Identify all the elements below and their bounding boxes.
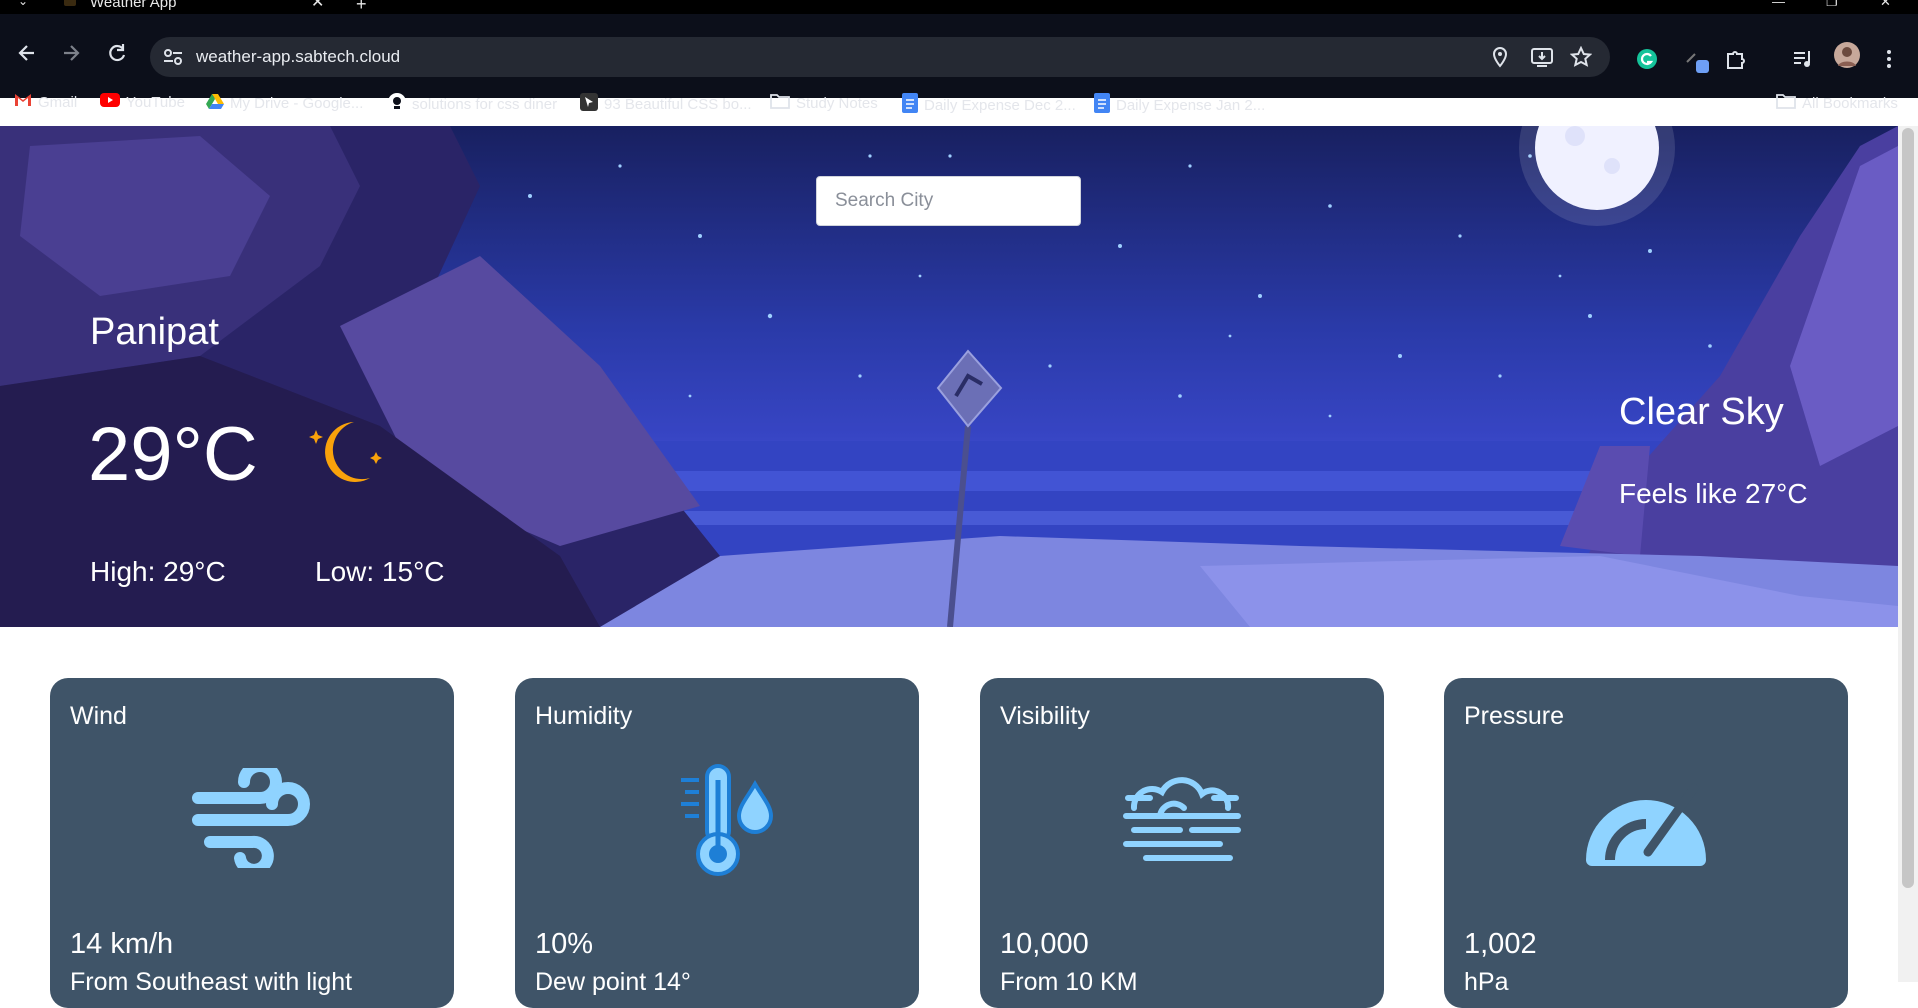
folder-icon: [770, 93, 790, 113]
google-docs-icon: [1094, 93, 1110, 117]
bookmark-label: My Drive - Google...: [230, 94, 364, 112]
search-city-input[interactable]: [816, 176, 1081, 226]
thermometer-droplet-icon: [515, 764, 919, 883]
visibility-value: 10,000: [1000, 928, 1089, 960]
wind-icon: [50, 760, 454, 876]
url-text: weather-app.sabtech.cloud: [196, 47, 401, 66]
tab-search-chevron-icon[interactable]: ⌄: [18, 0, 28, 8]
install-app-icon[interactable]: [1530, 46, 1554, 73]
location-icon[interactable]: [1490, 46, 1510, 73]
profile-avatar[interactable]: [1834, 42, 1860, 73]
page-scrollbar[interactable]: [1898, 126, 1918, 982]
new-tab-icon[interactable]: +: [356, 0, 367, 15]
card-title: Humidity: [535, 702, 633, 730]
github-icon: [388, 93, 406, 115]
bookmark-my-drive[interactable]: My Drive - Google...: [206, 93, 363, 113]
temperature-high: High: 29°C: [90, 556, 226, 587]
bookmarks-bar: Gmail YouTube My Drive - Google... solut…: [0, 83, 1918, 123]
fog-icon: [980, 768, 1384, 873]
tab-favicon: [64, 0, 76, 6]
visibility-distance: From 10 KM: [1000, 968, 1138, 996]
grammarly-icon[interactable]: [1636, 48, 1658, 75]
media-controls-icon[interactable]: [1792, 48, 1814, 75]
bookmark-css-diner[interactable]: solutions for css diner: [388, 93, 557, 115]
gauge-icon: [1444, 768, 1848, 873]
bookmark-youtube[interactable]: YouTube: [100, 93, 185, 111]
bookmark-star-icon[interactable]: [1569, 45, 1593, 73]
pressure-value: 1,002: [1464, 928, 1537, 960]
reload-icon[interactable]: [106, 42, 128, 70]
card-title: Wind: [70, 702, 127, 730]
bookmark-label: Daily Expense Dec 2...: [924, 96, 1076, 114]
window-close-icon[interactable]: ✕: [1880, 0, 1891, 10]
bookmark-label: Study Notes: [796, 94, 878, 112]
minimize-icon[interactable]: —: [1772, 0, 1785, 9]
all-bookmarks[interactable]: All Bookmarks: [1776, 93, 1898, 113]
bookmark-label: Gmail: [38, 93, 78, 111]
pressure-unit: hPa: [1464, 968, 1509, 996]
bookmark-label: 93 Beautiful CSS bo...: [604, 95, 752, 113]
back-icon[interactable]: [16, 42, 38, 70]
tab-close-icon[interactable]: ✕: [311, 0, 324, 12]
gmail-icon: [14, 93, 32, 111]
bookmark-study-notes[interactable]: Study Notes: [770, 93, 878, 113]
wind-direction: From Southeast with light: [70, 968, 353, 996]
tab-strip: ⌄ Weather App ✕ + — ❐ ✕: [0, 0, 1918, 14]
bookmark-expense-dec[interactable]: Daily Expense Dec 2...: [902, 93, 1076, 117]
visibility-card: Visibility 10,000 From 10 KM: [980, 678, 1384, 1008]
bookmark-label: Daily Expense Jan 2...: [1116, 96, 1266, 114]
all-bookmarks-label: All Bookmarks: [1802, 94, 1898, 112]
city-name: Panipat: [90, 311, 219, 353]
current-temperature: 29°C: [88, 412, 258, 497]
google-docs-icon: [902, 93, 918, 117]
bookmark-css-borders[interactable]: 93 Beautiful CSS bo...: [580, 93, 752, 115]
folder-icon: [1776, 93, 1796, 113]
restore-icon[interactable]: ❐: [1826, 0, 1838, 10]
google-drive-icon: [206, 93, 224, 113]
extension-pin-icon[interactable]: [1684, 48, 1710, 79]
temperature-low: Low: 15°C: [315, 556, 445, 587]
bookmark-expense-jan[interactable]: Daily Expense Jan 2...: [1094, 93, 1265, 117]
scrollbar-thumb[interactable]: [1902, 128, 1914, 888]
humidity-card: Humidity 10% Dew point 14°: [515, 678, 919, 1008]
weather-condition: Clear Sky: [1619, 391, 1784, 433]
tab-title: Weather App: [90, 0, 177, 11]
humidity-value: 10%: [535, 928, 594, 960]
site-info-icon[interactable]: [162, 46, 184, 73]
extensions-puzzle-icon[interactable]: [1724, 48, 1746, 75]
wind-speed: 14 km/h: [70, 928, 174, 960]
moon-stars-icon: [308, 414, 388, 499]
youtube-icon: [100, 93, 120, 111]
feels-like-temperature: Feels like 27°C: [1619, 478, 1808, 509]
cursor-favicon-icon: [580, 93, 598, 115]
wind-card: Wind 14 km/h From Southeast with light: [50, 678, 454, 1008]
forward-icon[interactable]: [60, 42, 82, 70]
tab-weather-app[interactable]: Weather App ✕: [56, 0, 356, 14]
bookmark-label: solutions for css diner: [412, 95, 558, 113]
card-title: Visibility: [1000, 702, 1090, 730]
bookmark-label: YouTube: [126, 93, 185, 111]
browser-menu-icon[interactable]: [1886, 48, 1892, 75]
card-title: Pressure: [1464, 702, 1565, 730]
dew-point: Dew point 14°: [535, 968, 691, 996]
weather-hero: Panipat 29°C High: 29°C Low: 15°C Clear …: [0, 126, 1898, 627]
address-bar[interactable]: weather-app.sabtech.cloud: [150, 37, 1610, 77]
bookmark-gmail[interactable]: Gmail: [14, 93, 77, 111]
pressure-card: Pressure 1,002 hPa: [1444, 678, 1848, 1008]
